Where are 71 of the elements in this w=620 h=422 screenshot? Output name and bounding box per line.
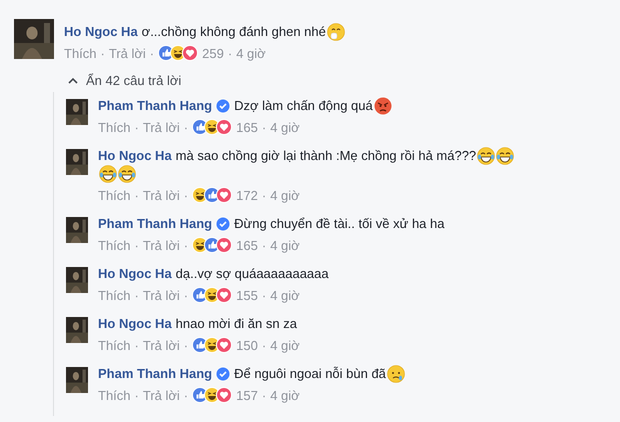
laughing-tears-icon: [496, 146, 514, 164]
reply-link[interactable]: Trả lời: [142, 238, 180, 252]
separator-dot: ·: [228, 46, 232, 60]
reaction-count[interactable]: 155: [236, 288, 258, 302]
separator-dot: ·: [262, 120, 266, 134]
laughing-tears-icon: [118, 165, 136, 183]
separator-dot: ·: [184, 288, 188, 302]
separator-dot: ·: [262, 188, 266, 202]
like-link[interactable]: Thích: [98, 120, 131, 134]
author-name[interactable]: Ho Ngoc Ha: [64, 22, 138, 41]
like-link[interactable]: Thích: [98, 338, 131, 352]
reply-link[interactable]: Trả lời: [142, 120, 180, 134]
author-name[interactable]: Pham Thanh Hang: [98, 96, 212, 115]
angry-face-icon: [374, 96, 392, 114]
separator-dot: ·: [262, 388, 266, 402]
like-link[interactable]: Thích: [98, 238, 131, 252]
timestamp[interactable]: 4 giờ: [270, 120, 300, 134]
author-name[interactable]: Ho Ngoc Ha: [98, 264, 172, 283]
timestamp[interactable]: 4 giờ: [270, 238, 300, 252]
comment-text: mà sao chồng giờ lại thành :Mẹ chồng rồi hả má???: [176, 147, 476, 165]
separator-dot: ·: [184, 238, 188, 252]
comment-text: dạ..vợ sợ quáaaaaaaaaaa: [176, 265, 329, 283]
timestamp[interactable]: 4 giờ: [270, 388, 300, 402]
like-link[interactable]: Thích: [98, 288, 131, 302]
separator-dot: ·: [134, 288, 139, 302]
comment-text: ơ...chồng không đánh ghen nhé: [142, 23, 326, 41]
timestamp[interactable]: 4 giờ: [270, 288, 300, 302]
separator-dot: ·: [262, 238, 266, 252]
separator-dot: ·: [134, 238, 139, 252]
reply-link[interactable]: Trả lời: [108, 46, 146, 60]
separator-dot: ·: [100, 46, 105, 60]
reply-link[interactable]: Trả lời: [142, 338, 180, 352]
timestamp[interactable]: 4 giờ: [270, 338, 300, 352]
separator-dot: ·: [134, 338, 139, 352]
reply-link[interactable]: Trả lời: [142, 288, 180, 302]
separator-dot: ·: [150, 46, 154, 60]
reaction-count[interactable]: 165: [236, 238, 258, 252]
reaction-count[interactable]: 259: [202, 46, 224, 60]
comment-text: hnao mời đi ăn sn za: [176, 315, 297, 333]
crying-face-icon: [386, 364, 405, 382]
reaction-count[interactable]: 172: [236, 188, 258, 202]
face-hand-icon: [326, 22, 345, 40]
separator-dot: ·: [184, 188, 188, 202]
like-link[interactable]: Thích: [64, 46, 97, 60]
separator-dot: ·: [262, 288, 266, 302]
laughing-tears-icon: [477, 146, 496, 164]
reaction-count[interactable]: 157: [236, 388, 258, 402]
reply-link[interactable]: Trả lời: [142, 188, 180, 202]
author-name[interactable]: Pham Thanh Hang: [98, 214, 212, 233]
author-name[interactable]: Pham Thanh Hang: [98, 364, 212, 383]
like-link[interactable]: Thích: [98, 188, 131, 202]
timestamp[interactable]: 4 giờ: [270, 188, 300, 202]
reply-link[interactable]: Trả lời: [142, 388, 180, 402]
separator-dot: ·: [134, 388, 139, 402]
separator-dot: ·: [262, 338, 266, 352]
separator-dot: ·: [184, 120, 188, 134]
laughing-tears-icon: [99, 165, 117, 183]
author-name[interactable]: Ho Ngoc Ha: [98, 314, 172, 333]
timestamp[interactable]: 4 giờ: [236, 46, 266, 60]
author-name[interactable]: Ho Ngoc Ha: [98, 146, 172, 165]
separator-dot: ·: [184, 338, 188, 352]
comment-text: Dzợ làm chấn động quá: [234, 97, 373, 115]
separator-dot: ·: [134, 120, 139, 134]
separator-dot: ·: [134, 188, 139, 202]
separator-dot: ·: [184, 388, 188, 402]
comment-text: Để nguôi ngoai nỗi bùn đã: [234, 365, 386, 383]
reaction-count[interactable]: 165: [236, 120, 258, 134]
reaction-count[interactable]: 150: [236, 338, 258, 352]
like-link[interactable]: Thích: [98, 388, 131, 402]
comment-text: Đừng chuyển đề tài.. tối về xử ha ha: [234, 215, 444, 233]
hide-replies-link[interactable]: Ẩn 42 câu trả lời: [68, 73, 620, 88]
